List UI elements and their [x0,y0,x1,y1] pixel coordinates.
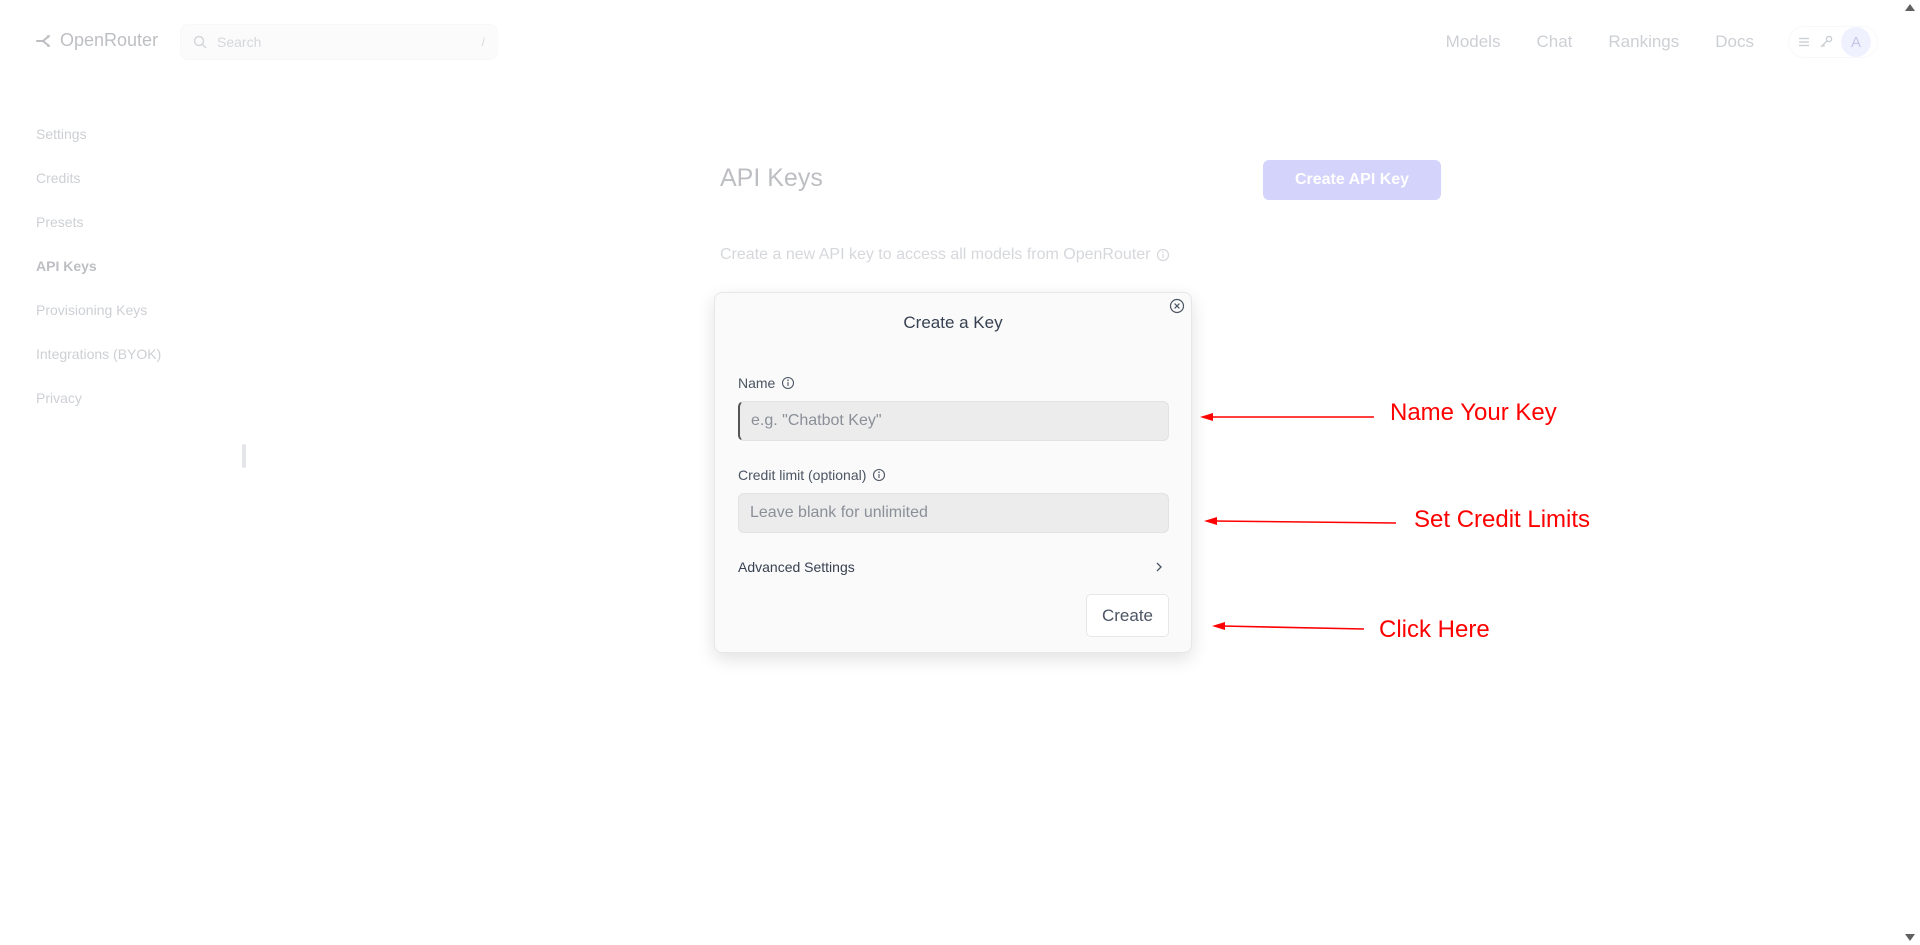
nav-chat[interactable]: Chat [1536,32,1572,52]
dialog-title: Create a Key [903,313,1003,332]
credit-label-text: Credit limit (optional) [738,467,867,483]
settings-sidebar: Settings Credits Presets API Keys Provis… [36,122,161,430]
logo[interactable]: OpenRouter [36,30,158,51]
sidebar-resize-handle[interactable] [242,444,246,468]
menu-icon[interactable] [1797,35,1811,49]
top-header: OpenRouter / Models Chat Rankings Docs [0,0,1900,84]
nav-rankings[interactable]: Rankings [1608,32,1679,52]
advanced-settings-toggle[interactable]: Advanced Settings [738,557,1169,577]
page-description-text: Create a new API key to access all model… [720,246,1151,263]
search-icon [193,35,207,49]
avatar[interactable]: A [1841,27,1871,57]
sidebar-item-credits[interactable]: Credits [36,166,161,210]
create-key-dialog: Create a Key Name Credit limit (optional… [714,292,1192,653]
logo-text: OpenRouter [60,30,159,50]
info-icon[interactable] [781,376,795,390]
search-box[interactable]: / [180,24,498,60]
search-shortcut-key: / [481,35,485,49]
sidebar-item-presets[interactable]: Presets [36,210,161,254]
chevron-right-icon [1156,562,1162,572]
credit-limit-input[interactable] [738,493,1169,533]
credit-limit-field-label: Credit limit (optional) [738,467,886,483]
nav-docs[interactable]: Docs [1715,32,1754,52]
top-nav: Models Chat Rankings Docs [1446,32,1754,52]
scroll-down-arrow-icon[interactable] [1905,934,1915,941]
page-description: Create a new API key to access all model… [720,246,1170,264]
search-input[interactable] [217,34,482,50]
openrouter-logo-icon [36,34,50,47]
key-icon[interactable] [1819,35,1833,49]
user-menu[interactable]: A [1788,26,1878,58]
page-scrollbar[interactable] [1900,0,1920,945]
info-icon[interactable] [1156,248,1170,262]
annotation-name-your-key: Name Your Key [1390,399,1557,426]
sidebar-item-api-keys[interactable]: API Keys [36,254,161,298]
create-key-button[interactable]: Create [1086,594,1169,637]
advanced-settings-label: Advanced Settings [738,559,855,575]
info-icon[interactable] [872,468,886,482]
sidebar-item-settings[interactable]: Settings [36,122,161,166]
close-icon[interactable] [1169,298,1185,314]
name-field-label: Name [738,375,795,391]
page-title: API Keys [720,164,823,192]
name-label-text: Name [738,375,776,391]
nav-models[interactable]: Models [1446,32,1501,52]
sidebar-item-privacy[interactable]: Privacy [36,386,161,430]
create-api-key-button[interactable]: Create API Key [1263,160,1441,200]
annotation-set-credit-limits: Set Credit Limits [1414,506,1591,533]
scroll-up-arrow-icon[interactable] [1905,4,1915,11]
sidebar-item-provisioning-keys[interactable]: Provisioning Keys [36,298,161,342]
annotation-click-here: Click Here [1379,616,1490,643]
sidebar-item-integrations[interactable]: Integrations (BYOK) [36,342,161,386]
key-name-input[interactable] [738,401,1169,441]
